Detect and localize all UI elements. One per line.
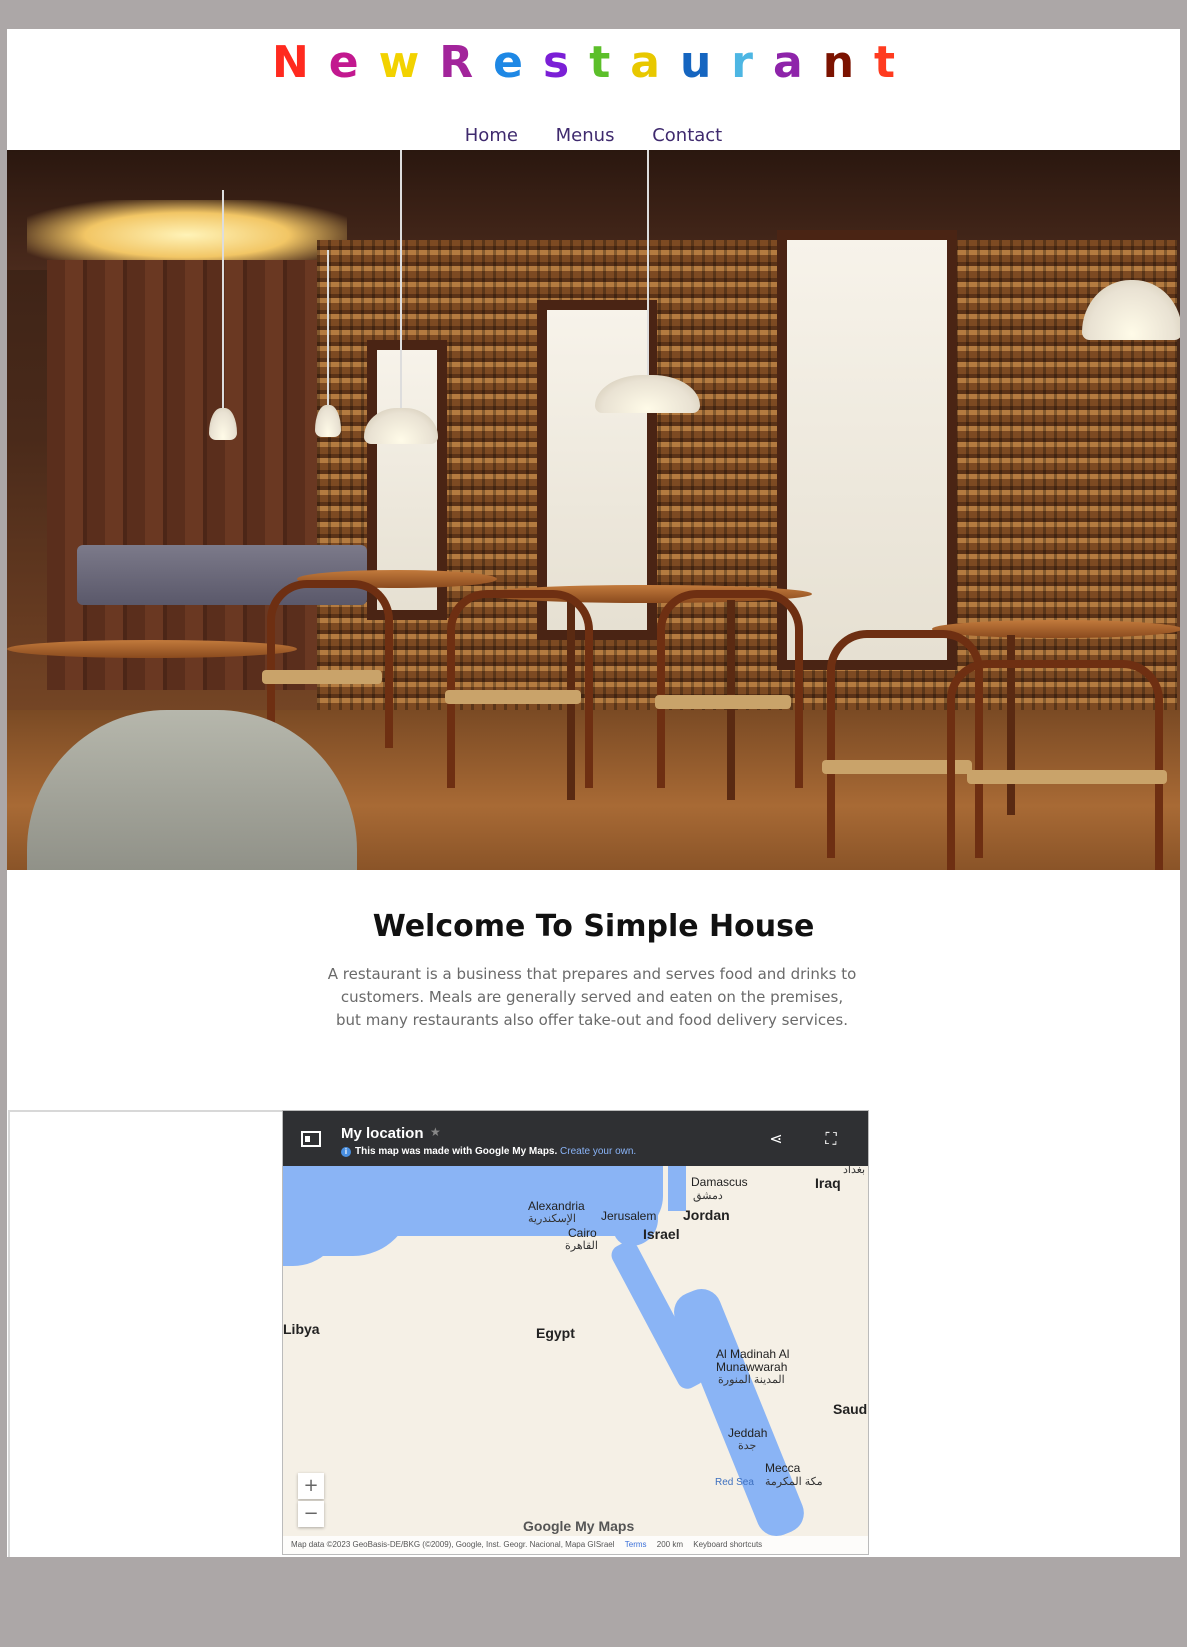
logo-letter: a (772, 37, 823, 88)
map-label-madinah-ar: المدينة المنورة (718, 1374, 785, 1386)
map-label-iraq: Iraq (815, 1175, 841, 1191)
map-note-text: This map was made with Google My Maps. (355, 1146, 558, 1157)
map-legend-icon[interactable] (301, 1131, 321, 1147)
page: NewRestaurant Home Menus Contact Welcome… (7, 29, 1180, 1557)
map-label-jordan: Jordan (683, 1207, 730, 1223)
logo-letter: n (822, 37, 875, 88)
map-footer: Map data ©2023 GeoBasis-DE/BKG (©2009), … (283, 1536, 868, 1554)
site-logo[interactable]: NewRestaurant (7, 37, 1180, 88)
logo-letter: u (679, 37, 732, 88)
hero-restaurant-image (7, 150, 1180, 870)
info-icon: i (341, 1147, 351, 1157)
map-label-cairo: Cairo (568, 1226, 597, 1240)
logo-letter: e (493, 37, 543, 88)
map-header-bar: My location ★ i This map was made with Go… (283, 1111, 868, 1166)
google-my-maps-logo: Google My Maps (523, 1518, 635, 1534)
map-label-damascus-ar: دمشق (693, 1190, 723, 1202)
star-icon[interactable]: ★ (430, 1125, 441, 1139)
map-label-madinah-2: Munawwarah (716, 1360, 788, 1374)
logo-letter: w (378, 37, 440, 88)
create-your-own-link[interactable]: Create your own. (560, 1146, 636, 1157)
map-label-israel: Israel (643, 1226, 680, 1242)
intro-paragraph: A restaurant is a business that prepares… (327, 965, 857, 1029)
map-title: My location (341, 1125, 424, 1142)
map-label-baghdad-ar: بغداد (843, 1164, 866, 1176)
map-label-mecca-ar: مكة المكرمة (765, 1476, 823, 1488)
welcome-title: Welcome To Simple House (372, 909, 815, 944)
nav-contact[interactable]: Contact (652, 125, 722, 146)
map-note: i This map was made with Google My Maps. … (341, 1146, 636, 1157)
logo-letter: t (874, 37, 916, 88)
map-label-red-sea: Red Sea (715, 1477, 754, 1488)
map-label-damascus: Damascus (691, 1175, 748, 1189)
map-label-cairo-ar: القاهرة (565, 1240, 598, 1252)
fullscreen-icon[interactable]: ⛶ (821, 1129, 841, 1149)
map-label-saud: Saud (833, 1401, 868, 1417)
map-label-madinah: Al Madinah Al (716, 1347, 790, 1361)
logo-letter: t (589, 37, 631, 88)
map-label-alexandria-ar: الإسكندرية (528, 1213, 576, 1225)
terms-link[interactable]: Terms (625, 1540, 647, 1549)
map-scale[interactable]: 200 km (657, 1540, 683, 1549)
logo-letter: a (630, 37, 680, 88)
logo-letter: N (271, 37, 329, 88)
main-nav: Home Menus Contact (7, 125, 1180, 146)
logo-letter: R (439, 37, 494, 88)
zoom-out-button[interactable]: − (298, 1501, 324, 1527)
nav-menus[interactable]: Menus (556, 125, 615, 146)
map-label-jerusalem: Jerusalem (601, 1209, 657, 1223)
share-icon[interactable]: ⋖ (766, 1129, 786, 1149)
logo-letter: s (543, 37, 590, 88)
embedded-map[interactable]: My location ★ i This map was made with Go… (282, 1110, 869, 1555)
map-label-jeddah: Jeddah (728, 1426, 768, 1440)
map-label-libya: Libya (283, 1321, 320, 1337)
logo-letter: e (328, 37, 379, 88)
map-attribution: Map data ©2023 GeoBasis-DE/BKG (©2009), … (291, 1540, 615, 1549)
map-label-mecca: Mecca (765, 1461, 801, 1475)
logo-letter: r (731, 37, 773, 88)
map-frame-border (8, 1110, 285, 1557)
keyboard-shortcuts-link[interactable]: Keyboard shortcuts (693, 1540, 762, 1549)
zoom-in-button[interactable]: + (298, 1473, 324, 1499)
nav-home[interactable]: Home (465, 125, 518, 146)
map-label-jeddah-ar: جدة (738, 1440, 757, 1452)
map-label-egypt: Egypt (536, 1325, 575, 1341)
map-label-alexandria: Alexandria (528, 1199, 585, 1213)
